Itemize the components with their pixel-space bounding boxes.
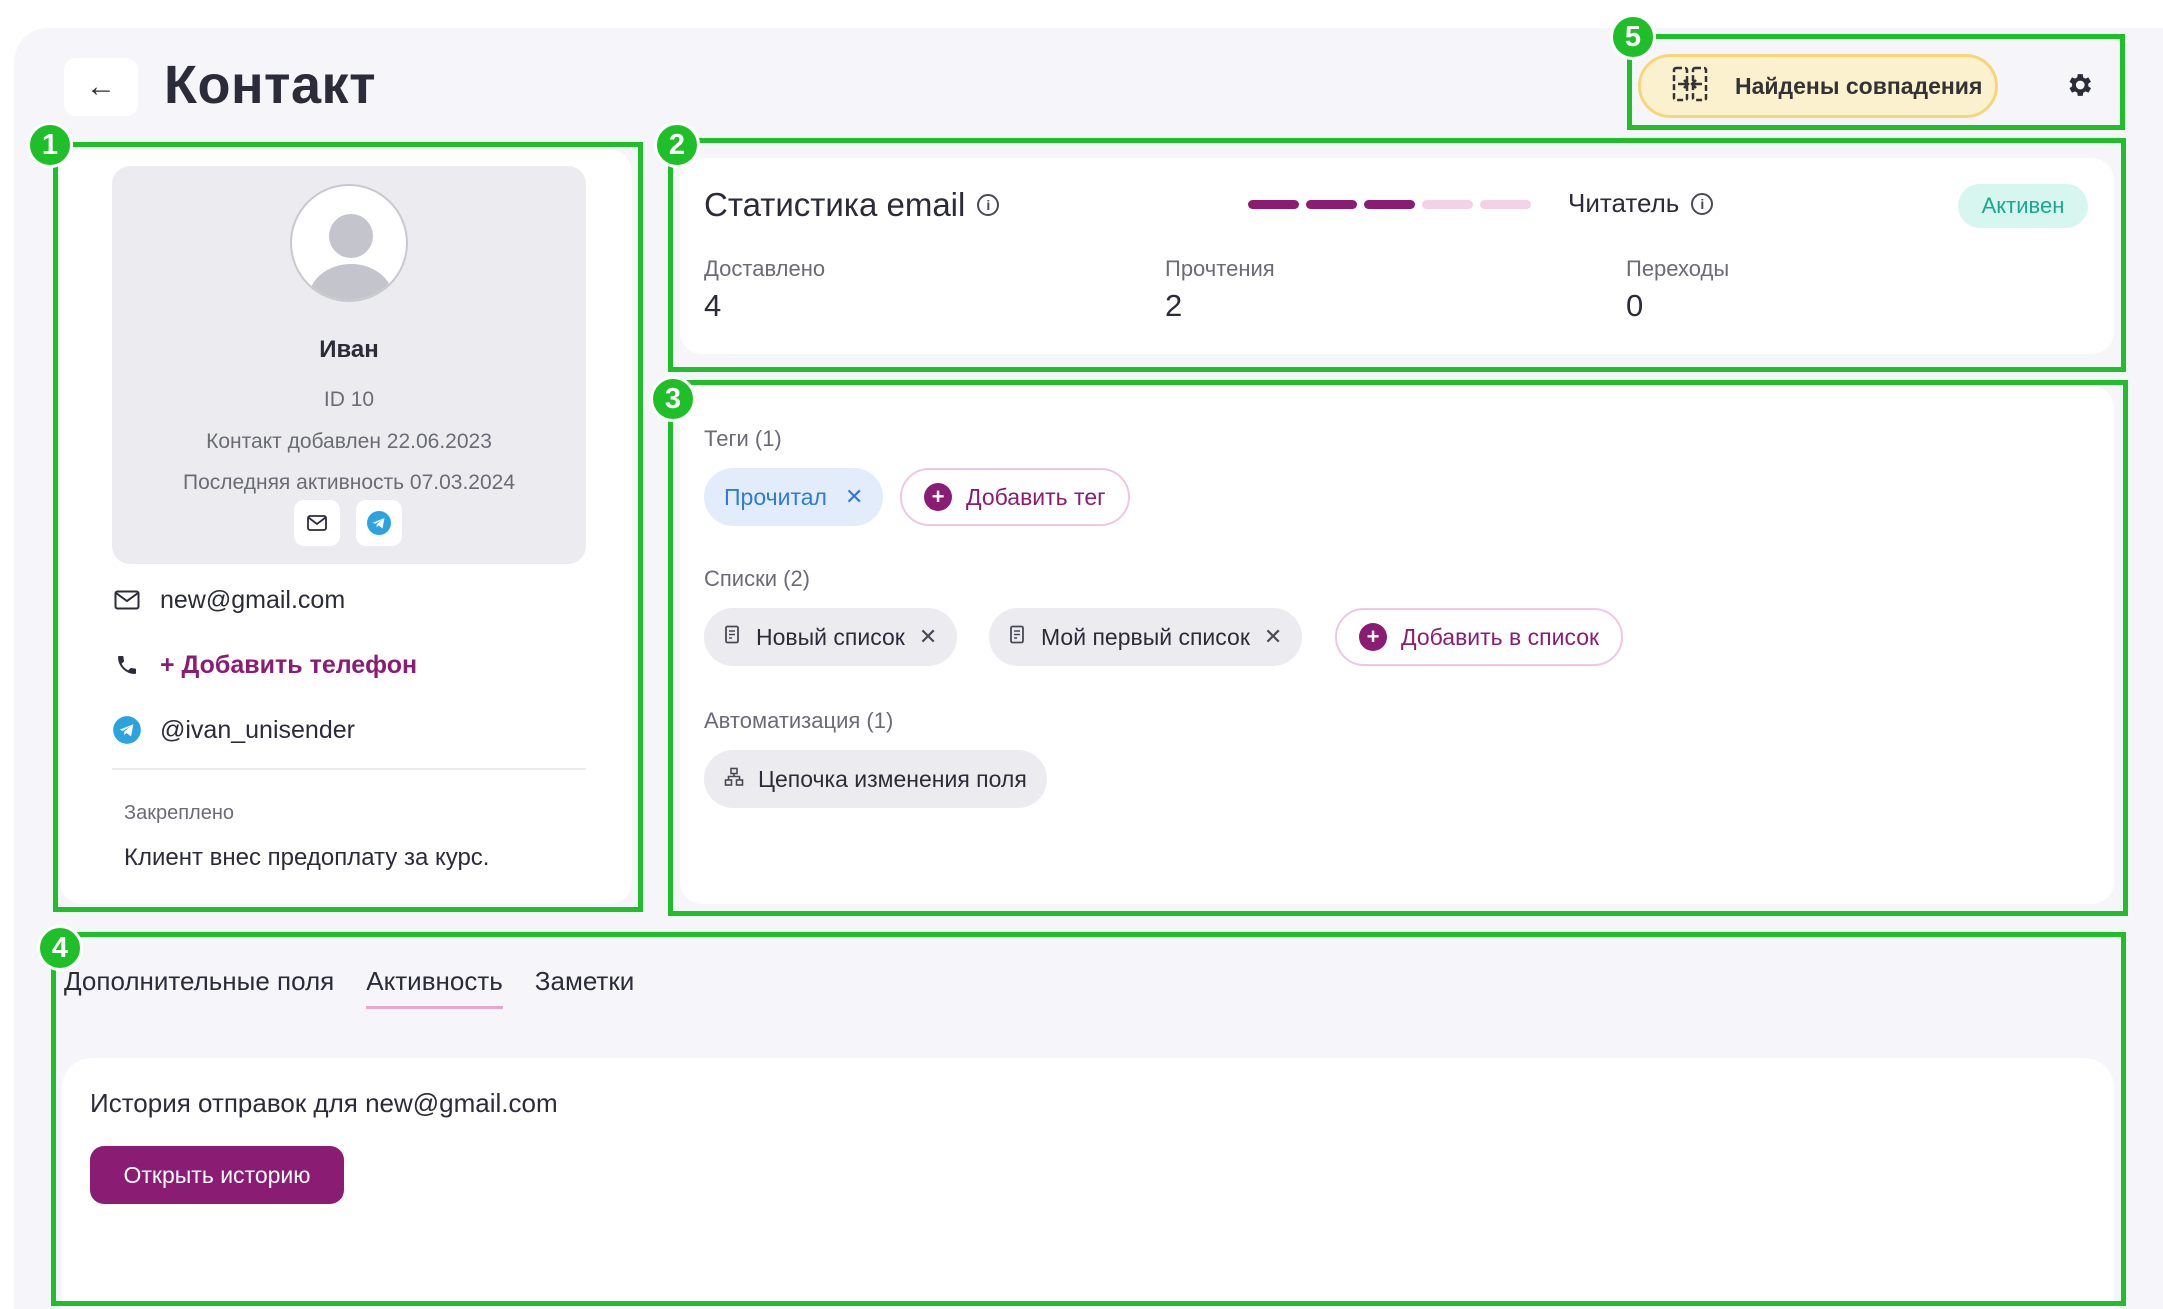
annotation-box-3 [668, 380, 2128, 916]
page-title: Контакт [164, 55, 377, 115]
annotation-box-1 [53, 142, 643, 912]
arrow-left-icon: ← [86, 70, 116, 103]
annotation-number-5: 5 [1610, 14, 1656, 60]
annotation-number-3: 3 [650, 376, 696, 422]
annotation-box-2 [668, 138, 2126, 372]
annotation-number-2: 2 [654, 122, 700, 168]
back-button[interactable]: ← [64, 58, 138, 116]
annotation-number-1: 1 [27, 122, 73, 168]
annotation-box-5 [1627, 34, 2125, 130]
annotation-number-4: 4 [37, 925, 83, 971]
annotation-box-4 [51, 932, 2126, 1306]
